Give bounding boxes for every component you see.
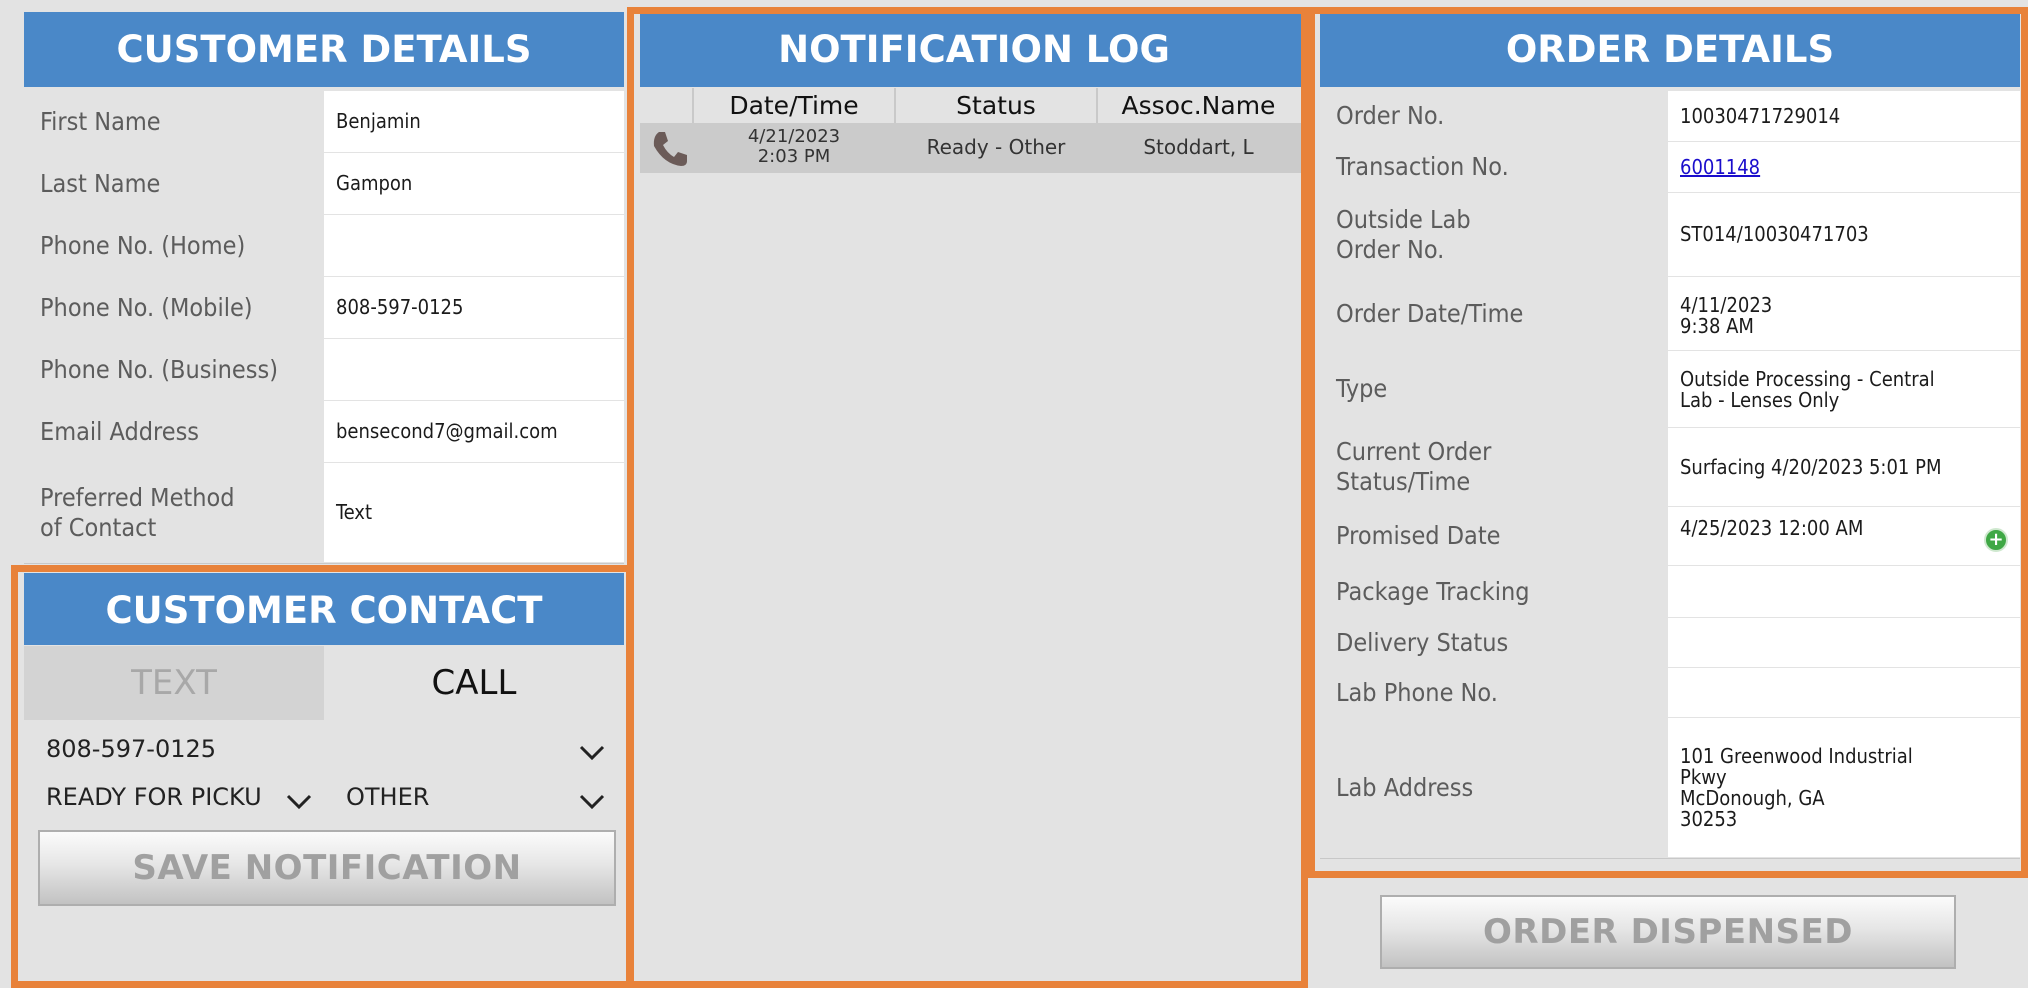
- customer-detail-row: Email Address bensecond7@gmail.com: [24, 401, 624, 464]
- row-date: 4/21/2023: [747, 126, 841, 147]
- column-header-assoc-name: Assoc.Name: [1121, 91, 1276, 120]
- tab-text[interactable]: TEXT: [24, 646, 324, 720]
- field-value: Benjamin: [324, 91, 624, 152]
- order-detail-row: Outside Lab Order No. ST014/10030471703: [1320, 193, 2020, 278]
- phone-select-value: 808-597-0125: [46, 735, 217, 763]
- row-status: Ready - Other: [926, 135, 1066, 159]
- field-value: [324, 339, 624, 400]
- order-detail-row: Current Order Status/Time Surfacing 4/20/…: [1320, 428, 2020, 508]
- field-value: 808-597-0125: [324, 277, 624, 338]
- field-label: Order Date/Time: [1320, 277, 1668, 350]
- order-detail-row: Transaction No. 6001148: [1320, 142, 2020, 194]
- field-label: Phone No. (Home): [24, 215, 324, 276]
- field-label: First Name: [24, 91, 324, 152]
- field-label: Current Order Status/Time: [1320, 428, 1668, 506]
- phone-select[interactable]: 808-597-0125: [24, 728, 624, 772]
- field-value: Text: [324, 463, 624, 562]
- save-notification-button[interactable]: SAVE NOTIFICATION: [38, 830, 616, 906]
- field-value: 101 Greenwood Industrial Pkwy McDonough,…: [1668, 718, 2020, 857]
- field-label: Lab Address: [1320, 718, 1668, 857]
- order-detail-row: Type Outside Processing - Central Lab - L…: [1320, 351, 2020, 429]
- field-label: Email Address: [24, 401, 324, 462]
- order-detail-row: Package Tracking: [1320, 566, 2020, 619]
- customer-detail-row: Phone No. (Business): [24, 339, 624, 402]
- field-value: bensecond7@gmail.com: [324, 401, 624, 462]
- field-value: ST014/10030471703: [1668, 193, 2020, 276]
- order-detail-row: Order Date/Time 4/11/2023 9:38 AM: [1320, 277, 2020, 352]
- field-label: Transaction No.: [1320, 142, 1668, 192]
- order-detail-row: Delivery Status: [1320, 618, 2020, 669]
- field-label: Lab Phone No.: [1320, 668, 1668, 717]
- customer-contact-title: CUSTOMER CONTACT: [24, 573, 624, 645]
- field-value: 10030471729014: [1668, 91, 2020, 141]
- field-value: 4/11/2023 9:38 AM: [1668, 277, 2020, 350]
- order-detail-row: Promised Date 4/25/2023 12:00 AM +: [1320, 507, 2020, 567]
- table-row[interactable]: 4/21/2023 2:03 PM Ready - Other Stoddart…: [640, 123, 1308, 173]
- field-value: Outside Processing - Central Lab - Lense…: [1668, 351, 2020, 427]
- field-label: Type: [1320, 351, 1668, 427]
- type-select[interactable]: OTHER: [324, 778, 624, 822]
- field-value: Gampon: [324, 153, 624, 214]
- type-select-value: OTHER: [346, 783, 430, 811]
- phone-icon: [653, 132, 687, 166]
- chevron-down-icon: [579, 745, 605, 761]
- order-detail-row: Lab Phone No.: [1320, 668, 2020, 719]
- field-value: [1668, 618, 2020, 667]
- reason-select-value: READY FOR PICKU: [46, 783, 262, 811]
- field-label: Package Tracking: [1320, 566, 1668, 617]
- customer-detail-row: First Name Benjamin: [24, 91, 624, 154]
- column-header-datetime: Date/Time: [729, 91, 859, 120]
- order-dispensed-button[interactable]: ORDER DISPENSED: [1380, 895, 1956, 969]
- tab-call[interactable]: CALL: [324, 646, 624, 720]
- field-label: Phone No. (Mobile): [24, 277, 324, 338]
- customer-detail-row: Preferred Method of Contact Text: [24, 463, 624, 564]
- row-time: 2:03 PM: [757, 146, 831, 167]
- field-value: 4/25/2023 12:00 AM: [1668, 507, 2020, 565]
- field-value: [1668, 668, 2020, 717]
- field-value: [324, 215, 624, 276]
- customer-detail-row: Last Name Gampon: [24, 153, 624, 216]
- chevron-down-icon: [579, 794, 605, 810]
- customer-detail-row: Phone No. (Mobile) 808-597-0125: [24, 277, 624, 340]
- field-label: Promised Date: [1320, 507, 1668, 565]
- field-label: Order No.: [1320, 91, 1668, 141]
- field-value: Surfacing 4/20/2023 5:01 PM: [1668, 428, 2020, 506]
- customer-detail-row: Phone No. (Home): [24, 215, 624, 278]
- chevron-down-icon: [286, 794, 312, 810]
- order-detail-row: Order No. 10030471729014: [1320, 91, 2020, 143]
- column-header-status: Status: [956, 91, 1036, 120]
- field-value: [1668, 566, 2020, 617]
- customer-details-title: CUSTOMER DETAILS: [24, 12, 624, 87]
- field-label: Last Name: [24, 153, 324, 214]
- reason-select[interactable]: READY FOR PICKU: [24, 778, 324, 822]
- transaction-link[interactable]: 6001148: [1668, 142, 2020, 192]
- field-label: Outside Lab Order No.: [1320, 193, 1668, 276]
- add-date-icon[interactable]: +: [1984, 528, 2008, 552]
- notification-log-title: NOTIFICATION LOG: [640, 12, 1308, 87]
- order-detail-row: Lab Address 101 Greenwood Industrial Pkwy…: [1320, 718, 2020, 859]
- field-label: Delivery Status: [1320, 618, 1668, 667]
- field-label: Preferred Method of Contact: [24, 463, 324, 562]
- row-assoc-name: Stoddart, L: [1143, 135, 1254, 159]
- order-details-title: ORDER DETAILS: [1320, 12, 2020, 87]
- field-label: Phone No. (Business): [24, 339, 324, 400]
